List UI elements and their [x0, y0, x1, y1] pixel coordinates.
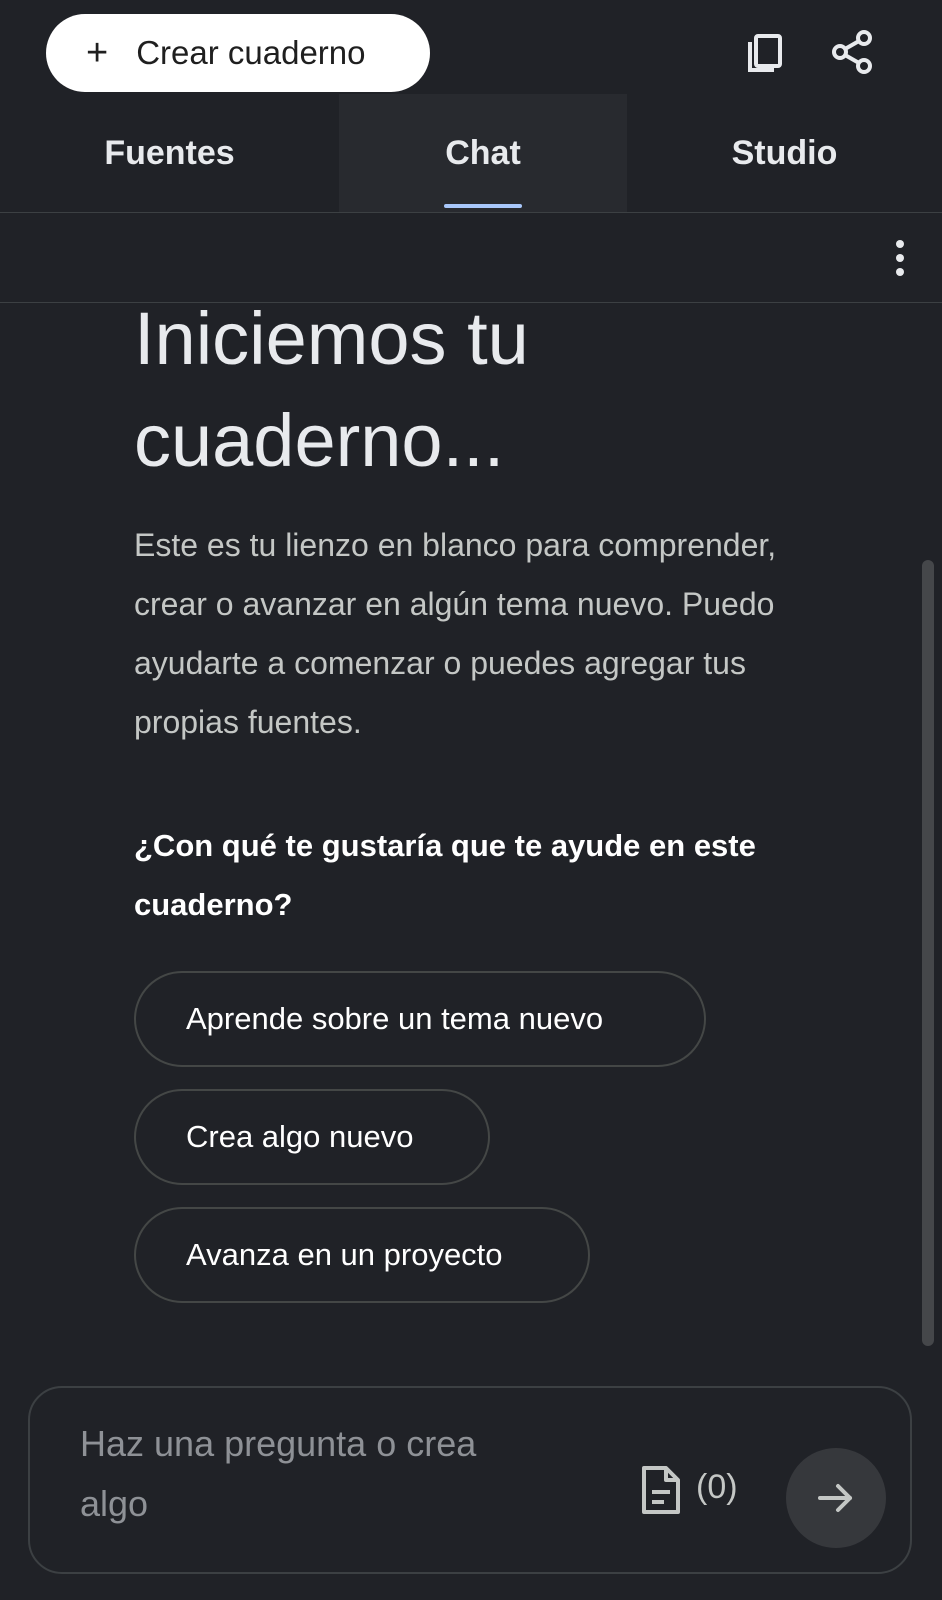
- suggestion-label: Avanza en un proyecto: [186, 1237, 503, 1272]
- tab-fuentes[interactable]: Fuentes: [0, 94, 339, 212]
- tab-bar: Fuentes Chat Studio: [0, 94, 942, 212]
- help-question: ¿Con qué te gustaría que te ayude en est…: [134, 828, 756, 922]
- tab-label: Studio: [731, 133, 838, 172]
- notebook-page: + Crear cuaderno Fuentes Chat Studio Ini…: [0, 0, 942, 1600]
- suggestion-create-button[interactable]: Crea algo nuevo: [134, 1089, 490, 1185]
- copy-icon[interactable]: [744, 28, 792, 76]
- tab-label: Chat: [445, 133, 521, 172]
- tabs-divider: [0, 212, 942, 213]
- source-count: (0): [696, 1468, 738, 1506]
- create-notebook-button[interactable]: + Crear cuaderno: [46, 14, 430, 92]
- suggestion-label: Aprende sobre un tema nuevo: [186, 1001, 604, 1036]
- suggestion-label: Crea algo nuevo: [186, 1119, 414, 1154]
- more-vert-icon[interactable]: [880, 238, 920, 278]
- send-button[interactable]: [786, 1448, 886, 1548]
- tab-label: Fuentes: [104, 133, 235, 172]
- chat-input[interactable]: Haz una pregunta o crea algo: [80, 1414, 550, 1534]
- share-icon[interactable]: [828, 28, 876, 76]
- create-notebook-label: Crear cuaderno: [136, 34, 366, 71]
- tab-studio[interactable]: Studio: [627, 94, 942, 212]
- suggestion-learn-button[interactable]: Aprende sobre un tema nuevo: [134, 971, 706, 1067]
- tab-chat[interactable]: Chat: [339, 94, 627, 212]
- arrow-right-icon: [818, 1484, 852, 1512]
- page-heading: Iniciemos tu cuaderno...: [134, 297, 529, 482]
- document-icon: [642, 1466, 680, 1514]
- intro-text: Este es tu lienzo en blanco para compren…: [134, 527, 777, 740]
- chat-input-box[interactable]: Haz una pregunta o crea algo (0): [28, 1386, 912, 1574]
- suggestion-advance-button[interactable]: Avanza en un proyecto: [134, 1207, 590, 1303]
- active-tab-indicator: [444, 204, 522, 208]
- scrollbar[interactable]: [922, 560, 934, 1346]
- plus-icon: +: [86, 32, 109, 74]
